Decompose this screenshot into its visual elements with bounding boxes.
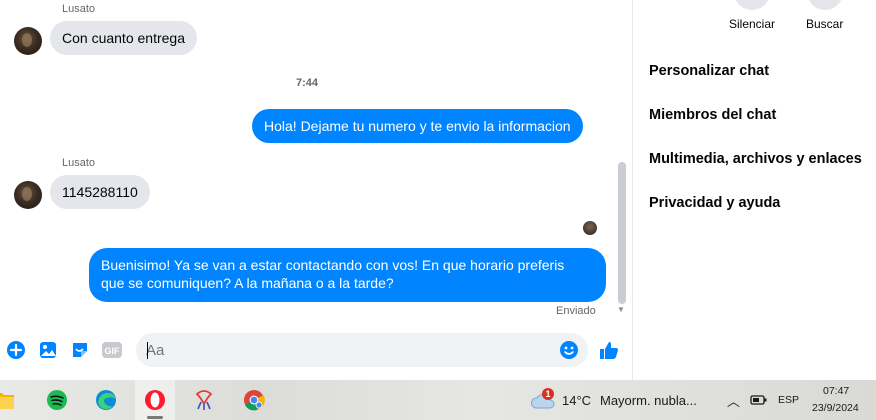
opera-icon[interactable] xyxy=(135,380,175,420)
mute-button[interactable] xyxy=(734,0,770,10)
windows-taskbar: 1 14°C Mayorm. nubla... ︿ ESP 07:47 23/9… xyxy=(0,380,876,420)
message-outgoing[interactable]: Hola! Dejame tu numero y te envio la inf… xyxy=(252,109,583,143)
message-incoming[interactable]: 1145288110 xyxy=(50,175,150,209)
mute-label: Silenciar xyxy=(729,17,776,31)
thumbs-up-icon[interactable] xyxy=(598,339,620,361)
message-input[interactable] xyxy=(136,333,588,367)
gif-icon[interactable]: GIF xyxy=(101,340,123,360)
message-text-field[interactable] xyxy=(146,339,546,361)
plus-circle-icon[interactable] xyxy=(6,340,26,360)
menu-item-chat-members[interactable]: Miembros del chat xyxy=(649,107,776,123)
text-caret xyxy=(147,342,148,359)
weather-description[interactable]: Mayorm. nubla... xyxy=(600,393,697,408)
chat-thread: Lusato Con cuanto entrega 7:44 Hola! Dej… xyxy=(0,0,632,380)
seen-indicator-avatar xyxy=(583,221,597,235)
spotify-icon[interactable] xyxy=(37,380,77,420)
scrollbar-thumb[interactable] xyxy=(618,162,626,304)
menu-item-privacy-help[interactable]: Privacidad y ayuda xyxy=(649,195,780,211)
message-outgoing[interactable]: Buenisimo! Ya se van a estar contactando… xyxy=(89,248,606,302)
sender-name: Lusato xyxy=(62,157,96,169)
file-explorer-icon[interactable] xyxy=(0,380,24,420)
edge-icon[interactable] xyxy=(86,380,126,420)
scroll-down-arrow-icon[interactable]: ▼ xyxy=(617,305,625,314)
message-composer: GIF xyxy=(0,330,632,370)
language-indicator[interactable]: ESP xyxy=(778,394,799,406)
message-timestamp: 7:44 xyxy=(296,77,319,89)
clock-date[interactable]: 23/9/2024 xyxy=(812,402,859,414)
messenger-window: Lusato Con cuanto entrega 7:44 Hola! Dej… xyxy=(0,0,876,420)
photo-icon[interactable] xyxy=(38,340,58,360)
chrome-icon[interactable] xyxy=(234,380,274,420)
search-icon xyxy=(819,0,831,4)
battery-icon[interactable] xyxy=(750,393,768,411)
chat-info-panel: Silenciar Buscar Personalizar chat Miemb… xyxy=(633,0,876,380)
notification-badge: 1 xyxy=(542,388,554,400)
active-app-indicator xyxy=(147,416,163,419)
message-line: Buenisimo! Ya se van a estar contactando… xyxy=(101,257,565,273)
sender-name: Lusato xyxy=(62,3,96,15)
sticker-icon[interactable] xyxy=(70,340,90,360)
bell-icon xyxy=(746,0,758,4)
gif-label: GIF xyxy=(105,346,121,356)
menu-item-media-files-links[interactable]: Multimedia, archivos y enlaces xyxy=(649,151,862,167)
emoji-icon[interactable] xyxy=(559,340,579,365)
menu-item-customize-chat[interactable]: Personalizar chat xyxy=(649,63,769,79)
weather-temperature[interactable]: 14°C xyxy=(562,393,591,408)
message-line: que se comuniquen? A la mañana o a la ta… xyxy=(101,275,394,291)
message-incoming[interactable]: Con cuanto entrega xyxy=(50,21,197,55)
search-button[interactable] xyxy=(807,0,843,10)
app-icon[interactable] xyxy=(184,380,224,420)
avatar[interactable] xyxy=(14,181,42,209)
search-label: Buscar xyxy=(806,17,844,31)
avatar[interactable] xyxy=(14,27,42,55)
delivery-status: Enviado xyxy=(556,305,596,317)
clock-time[interactable]: 07:47 xyxy=(823,385,849,397)
chevron-up-icon[interactable]: ︿ xyxy=(727,391,740,410)
